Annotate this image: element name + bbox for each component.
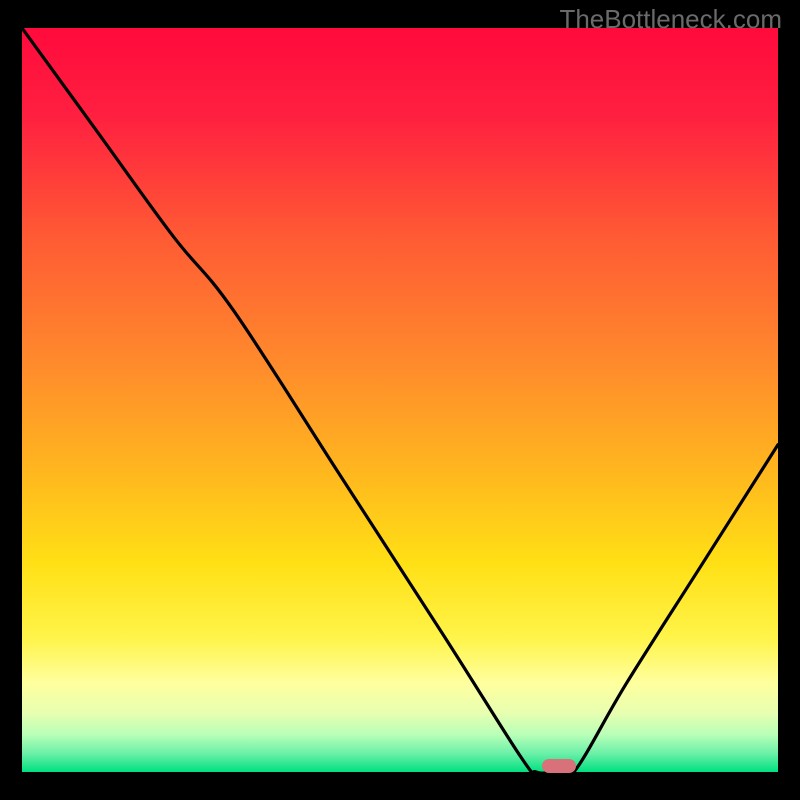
chart-marker	[542, 759, 576, 773]
watermark-text: TheBottleneck.com	[559, 4, 782, 35]
chart-frame	[22, 28, 778, 772]
chart-line-series	[22, 28, 778, 772]
